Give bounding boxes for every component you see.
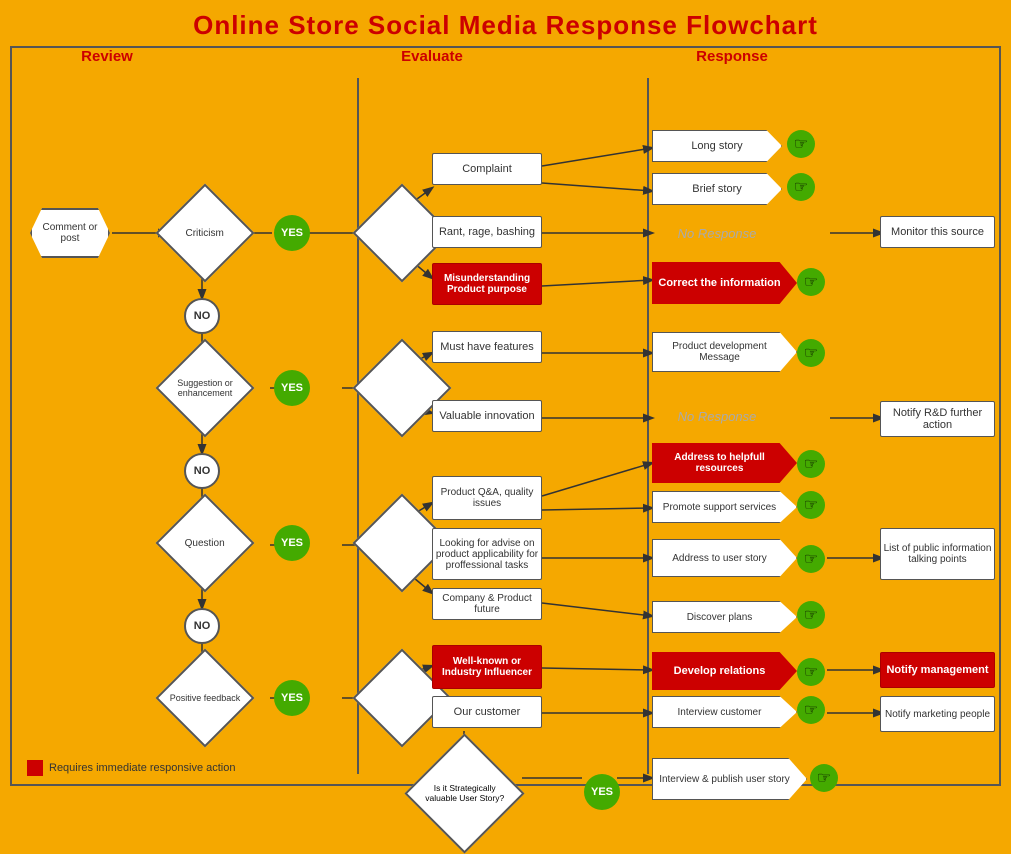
our-customer-box: Our customer xyxy=(432,696,542,728)
misunderstanding-box: Misunderstanding Product purpose xyxy=(432,263,542,305)
strategic-yes-circle: YES xyxy=(584,774,620,810)
well-known-box: Well-known or Industry Influencer xyxy=(432,645,542,689)
notify-rd-box: Notify R&D further action xyxy=(880,401,995,437)
page-title: Online Store Social Media Response Flowc… xyxy=(0,0,1011,46)
notify-marketing-box: Notify marketing people xyxy=(880,696,995,732)
legend-icon xyxy=(27,760,43,776)
complaint-box: Complaint xyxy=(432,153,542,185)
long-story-hand[interactable]: ☞ xyxy=(787,130,815,158)
no-response-1: No Response xyxy=(652,218,782,248)
product-dev-response: Product development Message xyxy=(652,332,797,372)
criticism-yes-circle: YES xyxy=(274,215,310,251)
criticism-no-circle: NO xyxy=(184,298,220,334)
monitor-source-box: Monitor this source xyxy=(880,216,995,248)
discover-plans-hand[interactable]: ☞ xyxy=(797,601,825,629)
col-header-review: Review xyxy=(22,48,192,65)
question-diamond: Question xyxy=(156,494,255,593)
positive-diamond: Positive feedback xyxy=(156,649,255,748)
address-user-response: Address to user story xyxy=(652,539,797,577)
address-user-hand[interactable]: ☞ xyxy=(797,545,825,573)
no-response-2: No Response xyxy=(652,401,782,431)
develop-relations-response: Develop relations xyxy=(652,652,797,690)
correct-info-response: Correct the information xyxy=(652,262,797,304)
long-story-response: Long story xyxy=(652,130,782,162)
suggestion-diamond: Suggestion or enhancement xyxy=(156,339,255,438)
looking-advise-box: Looking for advise on product applicabil… xyxy=(432,528,542,580)
product-dev-hand[interactable]: ☞ xyxy=(797,339,825,367)
brief-story-response: Brief story xyxy=(652,173,782,205)
interview-publish-hand[interactable]: ☞ xyxy=(810,764,838,792)
col-divider-1 xyxy=(357,78,359,774)
flowchart-area: Review Evaluate Response xyxy=(10,46,1001,786)
main-container: Online Store Social Media Response Flowc… xyxy=(0,0,1011,787)
address-helpful-response: Address to helpfull resources xyxy=(652,443,797,483)
interview-customer-response: Interview customer xyxy=(652,696,797,728)
address-helpful-hand[interactable]: ☞ xyxy=(797,450,825,478)
product-qa-box: Product Q&A, quality issues xyxy=(432,476,542,520)
rant-box: Rant, rage, bashing xyxy=(432,216,542,248)
col-header-evaluate: Evaluate xyxy=(342,48,522,65)
strategic-diamond: Is it Strategically valuable User Story? xyxy=(404,733,524,853)
promote-support-hand[interactable]: ☞ xyxy=(797,491,825,519)
promote-support-response: Promote support services xyxy=(652,491,797,523)
interview-customer-hand[interactable]: ☞ xyxy=(797,696,825,724)
correct-info-hand[interactable]: ☞ xyxy=(797,268,825,296)
develop-relations-hand[interactable]: ☞ xyxy=(797,658,825,686)
valuable-box: Valuable innovation xyxy=(432,400,542,432)
notify-management-box: Notify management xyxy=(880,652,995,688)
suggestion-no-circle: NO xyxy=(184,453,220,489)
positive-yes-circle: YES xyxy=(274,680,310,716)
question-no-circle: NO xyxy=(184,608,220,644)
interview-publish-response: Interview & publish user story xyxy=(652,758,807,800)
col-header-response: Response xyxy=(642,48,822,65)
col-divider-2 xyxy=(647,78,649,774)
list-public-box: List of public information talking point… xyxy=(880,528,995,580)
comment-post-node: Comment or post xyxy=(30,208,110,258)
question-yes-circle: YES xyxy=(274,525,310,561)
must-have-box: Must have features xyxy=(432,331,542,363)
brief-story-hand[interactable]: ☞ xyxy=(787,173,815,201)
criticism-diamond: Criticism xyxy=(156,184,255,283)
suggestion-yes-circle: YES xyxy=(274,370,310,406)
company-future-box: Company & Product future xyxy=(432,588,542,620)
legend: Requires immediate responsive action xyxy=(27,760,235,776)
discover-plans-response: Discover plans xyxy=(652,601,797,633)
